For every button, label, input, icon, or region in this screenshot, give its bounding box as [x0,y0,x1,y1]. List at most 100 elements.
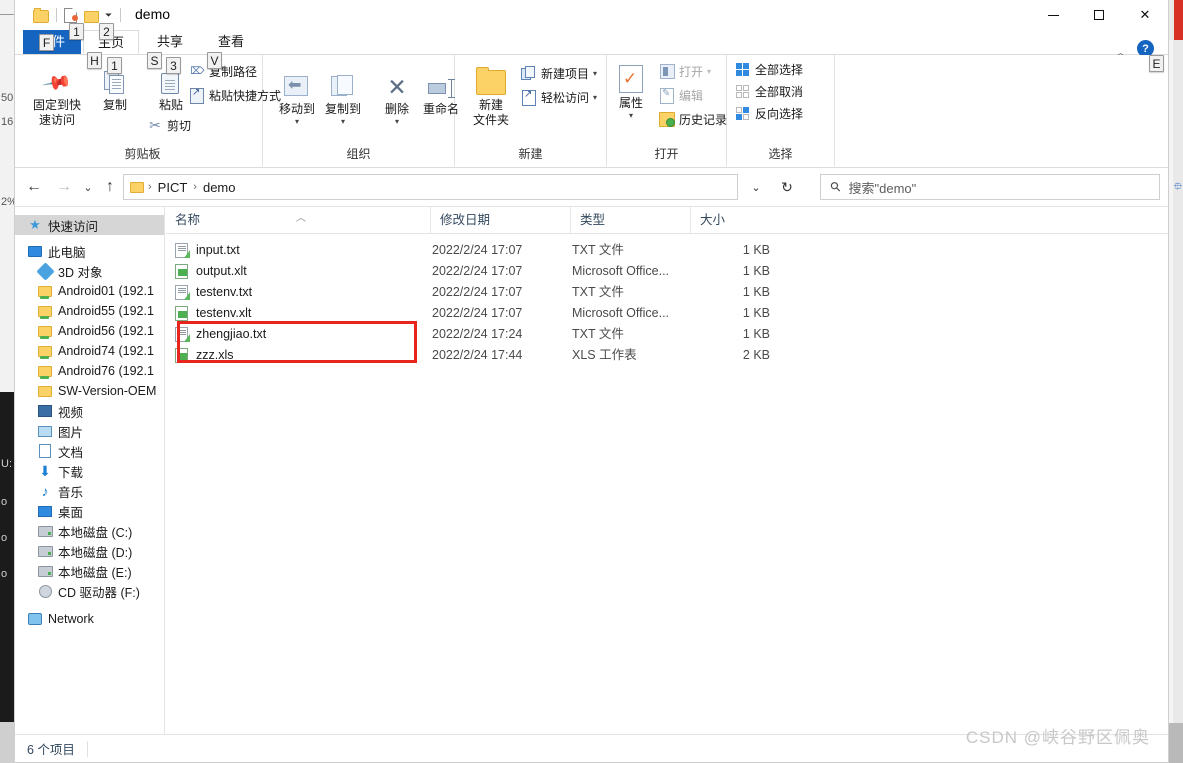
open-caret-icon[interactable]: ▾ [707,67,711,76]
sidebar-item-network[interactable]: Network [15,609,164,629]
cd-drive-icon [37,583,53,599]
table-row[interactable]: output.xlt 2022/2/24 17:07 Microsoft Off… [166,261,1168,282]
open-label: 打开 [679,65,704,79]
tab-view[interactable]: 查看 [204,30,258,54]
sidebar-item-this-pc[interactable]: 此电脑 [15,241,164,261]
sidebar-label: 视频 [58,405,84,420]
sidebar-item-local-disk-d[interactable]: 本地磁盘 (D:) [15,541,164,561]
breadcrumb-item-pict[interactable]: PICT [154,180,192,195]
sidebar-item-documents[interactable]: 文档 [15,441,164,461]
back-button[interactable]: ← [23,176,45,198]
group-label-open: 打开 [654,147,679,161]
excel-file-icon [175,348,190,364]
music-icon: ♪ [41,483,49,499]
sidebar-label: 下载 [58,465,84,480]
select-all-icon [735,62,751,78]
sidebar-label: 本地磁盘 (C:) [58,525,133,540]
pin-to-quick-access-button[interactable]: 📌 固定到快 速访问 [27,65,87,128]
refresh-button[interactable]: ↻ [774,174,800,200]
table-row[interactable]: zhengjiao.txt 2022/2/24 17:24 TXT 文件 1 K… [166,324,1168,345]
new-item-label: 新建项目 [541,67,590,81]
up-button[interactable]: ↑ [99,176,121,198]
sidebar-label: Android01 (192.1 [58,284,154,298]
address-dropdown-icon[interactable]: ⌄ [743,174,769,200]
sidebar-label: 3D 对象 [58,265,103,280]
drive-icon [37,543,53,559]
open-button[interactable]: 打开 ▾ [659,63,711,80]
table-row[interactable]: input.txt 2022/2/24 17:07 TXT 文件 1 KB [166,240,1168,261]
copy-to-caret-icon[interactable]: ▾ [313,117,373,126]
new-item-button[interactable]: 新建项目 ▾ [521,65,597,82]
search-box[interactable]: ⚲ 搜索"demo" [820,174,1160,200]
maximize-button[interactable] [1076,0,1122,30]
new-item-caret-icon[interactable]: ▾ [593,69,597,78]
file-name: testenv.txt [196,285,253,299]
keytip-tab-share: S [147,52,162,69]
new-folder-button[interactable]: 新建 文件夹 [461,65,521,128]
sidebar-item-videos[interactable]: 视频 [15,401,164,421]
copy-to-button[interactable]: 复制到 ▾ [313,69,373,126]
column-header-type[interactable]: 类型 [570,207,690,233]
history-button[interactable]: 历史记录 [659,111,727,128]
sidebar-item-downloads[interactable]: ⬇ 下载 [15,461,164,481]
sidebar-item-desktop[interactable]: 桌面 [15,501,164,521]
sidebar-item-android01[interactable]: Android01 (192.1 [15,281,164,301]
table-row[interactable]: testenv.txt 2022/2/24 17:07 TXT 文件 1 KB [166,282,1168,303]
column-header-size[interactable]: 大小 [690,207,778,233]
sidebar-item-android55[interactable]: Android55 (192.1 [15,301,164,321]
sidebar-label: 本地磁盘 (E:) [58,565,132,580]
breadcrumb-item-demo[interactable]: demo [199,180,240,195]
close-button[interactable]: ✕ [1122,0,1168,30]
edit-button[interactable]: 编辑 [659,87,703,104]
sidebar-item-android56[interactable]: Android56 (192.1 [15,321,164,341]
keytip-help: E [1149,55,1164,72]
properties-button[interactable]: ✓ 属性 ▾ [607,63,655,120]
select-all-button[interactable]: 全部选择 [735,61,803,78]
search-input[interactable]: 搜索"demo" [849,178,917,197]
sidebar-item-quick-access[interactable]: ★ 快速访问 [15,215,164,235]
easy-access-label: 轻松访问 [541,91,590,105]
recent-locations-button[interactable]: ⌄ [77,176,99,198]
txt-file-icon [175,243,190,259]
address-bar[interactable]: › PICT › demo [123,174,738,200]
file-date: 2022/2/24 17:24 [432,327,523,341]
sidebar-item-local-disk-c[interactable]: 本地磁盘 (C:) [15,521,164,541]
file-size: 1 KB [742,285,770,299]
tab-share[interactable]: 共享 [143,30,197,54]
sidebar-item-android74[interactable]: Android74 (192.1 [15,341,164,361]
easy-access-caret-icon[interactable]: ▾ [593,93,597,102]
minimize-button[interactable] [1030,0,1076,30]
table-row[interactable]: testenv.xlt 2022/2/24 17:07 Microsoft Of… [166,303,1168,324]
sidebar-item-cd-drive-f[interactable]: CD 驱动器 (F:) [15,581,164,601]
keytip-paste: 3 [166,57,181,74]
network-icon [27,611,43,627]
sidebar-item-sw-version-oem[interactable]: SW-Version-OEM [15,381,164,401]
easy-access-button[interactable]: 轻松访问 ▾ [521,89,597,106]
sidebar-item-music[interactable]: ♪ 音乐 [15,481,164,501]
edit-label: 编辑 [679,89,704,103]
copy-path-button[interactable]: ⌦ 复制路径 [189,63,257,80]
sidebar-item-android76[interactable]: Android76 (192.1 [15,361,164,381]
keytip-copy: 1 [107,57,122,74]
cut-button[interactable]: ✂ 剪切 [147,117,191,134]
new-folder-label-line2: 文件夹 [472,113,509,127]
invert-selection-button[interactable]: 反向选择 [735,105,803,122]
sidebar-item-3d-objects[interactable]: 3D 对象 [15,261,164,281]
breadcrumb-separator-0: › [148,181,152,193]
qat-properties-icon[interactable] [63,7,80,24]
sidebar-item-pictures[interactable]: 图片 [15,421,164,441]
select-none-button[interactable]: 全部取消 [735,83,803,100]
background-accent-strip [1174,0,1183,40]
qat-new-folder-icon[interactable] [83,7,100,24]
properties-caret-icon[interactable]: ▾ [607,111,655,120]
column-header-date[interactable]: 修改日期 [430,207,570,233]
qat-folder-icon[interactable] [33,7,50,24]
forward-button[interactable]: → [53,176,75,198]
file-size: 1 KB [742,243,770,257]
sidebar-item-local-disk-e[interactable]: 本地磁盘 (E:) [15,561,164,581]
paste-shortcut-icon [189,87,205,104]
table-row[interactable]: zzz.xls 2022/2/24 17:44 XLS 工作表 2 KB [166,345,1168,366]
sidebar-label: 此电脑 [48,245,86,260]
delete-caret-icon[interactable]: ▾ [367,117,427,126]
content-area: ★ 快速访问 此电脑 3D 对象 Android01 (192.1 Androi… [15,206,1168,736]
